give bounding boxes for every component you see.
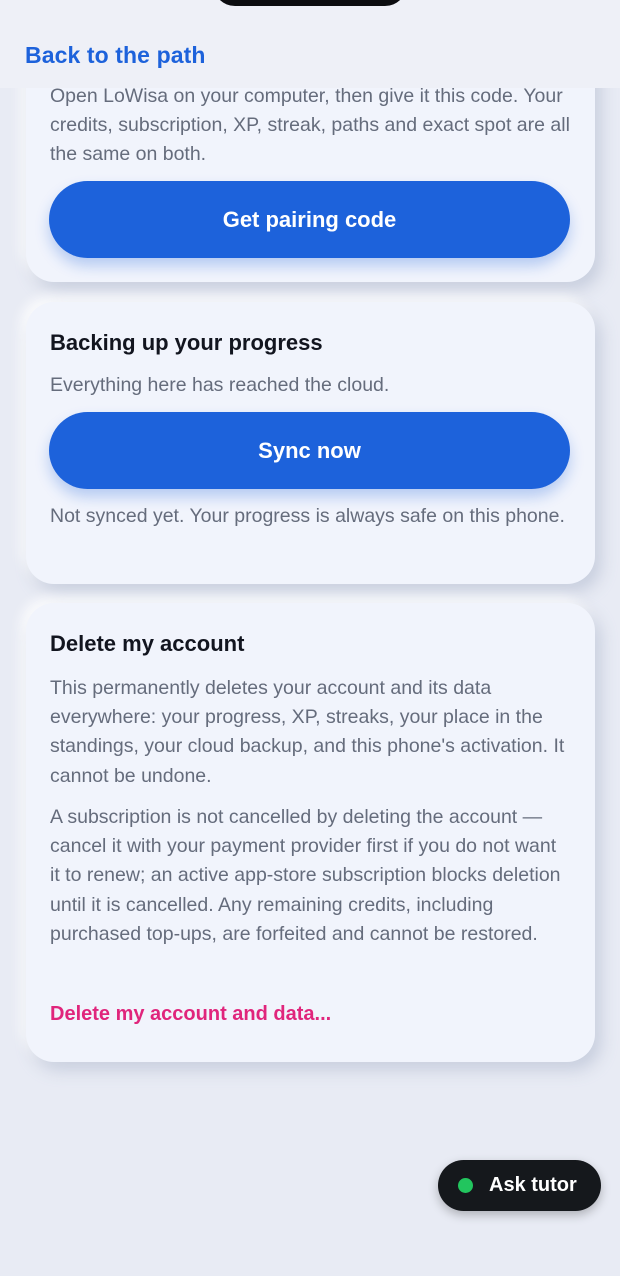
delete-title: Delete my account	[50, 631, 245, 656]
get-pairing-code-button[interactable]: Get pairing code	[49, 181, 570, 258]
backup-card: Backing up your progress Everything here…	[26, 302, 595, 584]
delete-warning-text: This permanently deletes your account an…	[50, 677, 565, 787]
delete-account-link[interactable]: Delete my account and data...	[50, 1003, 331, 1026]
top-bar: Back to the path	[0, 0, 620, 88]
sync-note: Not synced yet. Your progress is always …	[50, 505, 565, 527]
ask-tutor-label: Ask tutor	[489, 1174, 577, 1196]
settings-screen: Open LoWisa on your computer, then give …	[0, 0, 620, 1276]
delete-account-card: Delete my account This permanently delet…	[26, 603, 595, 1062]
pairing-description: Open LoWisa on your computer, then give …	[50, 85, 570, 166]
online-status-dot-icon	[458, 1178, 473, 1193]
ask-tutor-button[interactable]: Ask tutor	[438, 1160, 601, 1211]
back-to-path-link[interactable]: Back to the path	[25, 42, 206, 69]
backup-title: Backing up your progress	[50, 330, 323, 355]
sync-now-button[interactable]: Sync now	[49, 412, 570, 489]
backup-status: Everything here has reached the cloud.	[50, 374, 390, 396]
device-notch	[213, 0, 407, 6]
subscription-warning-text: A subscription is not cancelled by delet…	[50, 806, 561, 945]
